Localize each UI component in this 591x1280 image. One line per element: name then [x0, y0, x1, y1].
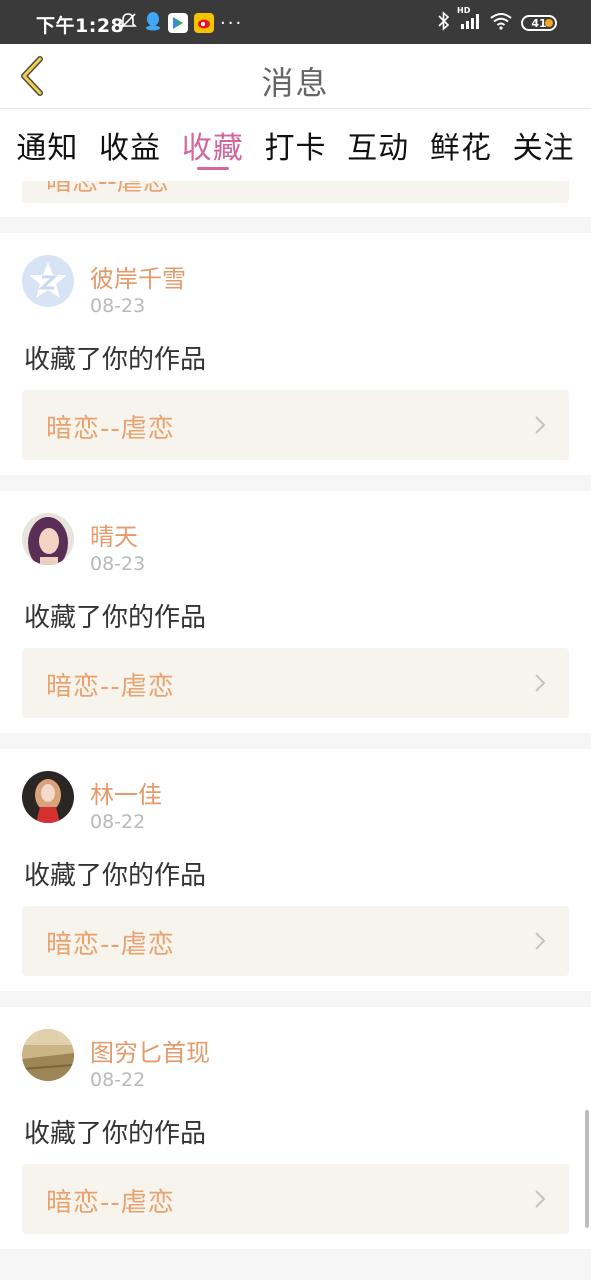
list-item-partial: 暗恋--虐恋: [0, 181, 591, 217]
notification-icons: ···: [118, 12, 243, 34]
user-name[interactable]: 林一佳: [90, 775, 162, 810]
work-title: 暗恋--虐恋: [46, 930, 175, 960]
list-item: 晴天 08-23 收藏了你的作品 暗恋--虐恋: [0, 491, 591, 733]
weibo-icon: [194, 13, 214, 33]
action-text: 收藏了你的作品: [24, 1119, 207, 1149]
scrollbar[interactable]: [585, 1110, 589, 1228]
message-list[interactable]: 暗恋--虐恋 彼岸千雪 08-23 收藏了你的作品 暗恋--虐恋 晴天 08-2…: [0, 181, 591, 1280]
avatar[interactable]: [22, 771, 74, 823]
work-link[interactable]: 暗恋--虐恋: [22, 648, 569, 718]
action-text: 收藏了你的作品: [24, 345, 207, 375]
tab-earnings[interactable]: 收益: [99, 109, 161, 181]
tab-notifications[interactable]: 通知: [16, 109, 78, 181]
chevron-right-icon: [535, 1190, 546, 1208]
tab-checkin[interactable]: 打卡: [264, 109, 326, 181]
tab-follows[interactable]: 关注: [513, 109, 575, 181]
chevron-right-icon: [535, 674, 546, 692]
chevron-right-icon: [535, 416, 546, 434]
user-photo-icon: [22, 771, 74, 823]
work-link[interactable]: 暗恋--虐恋: [22, 906, 569, 976]
user-name[interactable]: 彼岸千雪: [90, 259, 186, 294]
play-store-icon: [168, 13, 188, 33]
status-bar: 下午1:28 ··· HD 41: [0, 0, 591, 44]
date: 08-23: [90, 553, 146, 575]
mute-bell-icon: [118, 11, 138, 35]
avatar[interactable]: [22, 1029, 74, 1081]
work-title: 暗恋--虐恋: [46, 181, 169, 197]
work-link[interactable]: 暗恋--虐恋: [22, 1164, 569, 1234]
system-icons: HD 41: [437, 6, 557, 35]
action-text: 收藏了你的作品: [24, 603, 207, 633]
tab-flowers[interactable]: 鲜花: [430, 109, 492, 181]
tab-bar: 通知 收益 收藏 打卡 互动 鲜花 关注: [0, 109, 591, 181]
default-avatar-icon: [22, 255, 74, 307]
qq-icon: [144, 11, 162, 35]
user-name[interactable]: 晴天: [90, 517, 138, 552]
battery-icon: 41: [521, 15, 557, 31]
tab-favorites[interactable]: 收藏: [182, 109, 244, 181]
work-title: 暗恋--虐恋: [46, 1188, 175, 1218]
date: 08-22: [90, 1069, 146, 1091]
work-title: 暗恋--虐恋: [46, 414, 175, 444]
bluetooth-icon: [437, 11, 451, 35]
chevron-right-icon: [535, 932, 546, 950]
signal-icon: HD: [457, 6, 481, 34]
work-link[interactable]: 暗恋--虐恋: [22, 181, 569, 203]
tab-interactions[interactable]: 互动: [347, 109, 409, 181]
status-time: 下午1:28: [36, 15, 125, 37]
avatar[interactable]: [22, 255, 74, 307]
action-text: 收藏了你的作品: [24, 861, 207, 891]
list-item: 图穷匕首现 08-22 收藏了你的作品 暗恋--虐恋: [0, 1007, 591, 1249]
list-item: 彼岸千雪 08-23 收藏了你的作品 暗恋--虐恋: [0, 233, 591, 475]
date: 08-23: [90, 295, 146, 317]
wifi-icon: [489, 12, 513, 34]
more-notifications-icon: ···: [220, 12, 244, 34]
user-name[interactable]: 图穷匕首现: [90, 1033, 210, 1068]
nav-bar: 消息: [0, 44, 591, 109]
list-item: 林一佳 08-22 收藏了你的作品 暗恋--虐恋: [0, 749, 591, 991]
date: 08-22: [90, 811, 146, 833]
page-title: 消息: [261, 64, 330, 102]
user-photo-icon: [22, 513, 74, 565]
work-link[interactable]: 暗恋--虐恋: [22, 390, 569, 460]
avatar[interactable]: [22, 513, 74, 565]
user-photo-icon: [22, 1029, 74, 1081]
work-title: 暗恋--虐恋: [46, 672, 175, 702]
